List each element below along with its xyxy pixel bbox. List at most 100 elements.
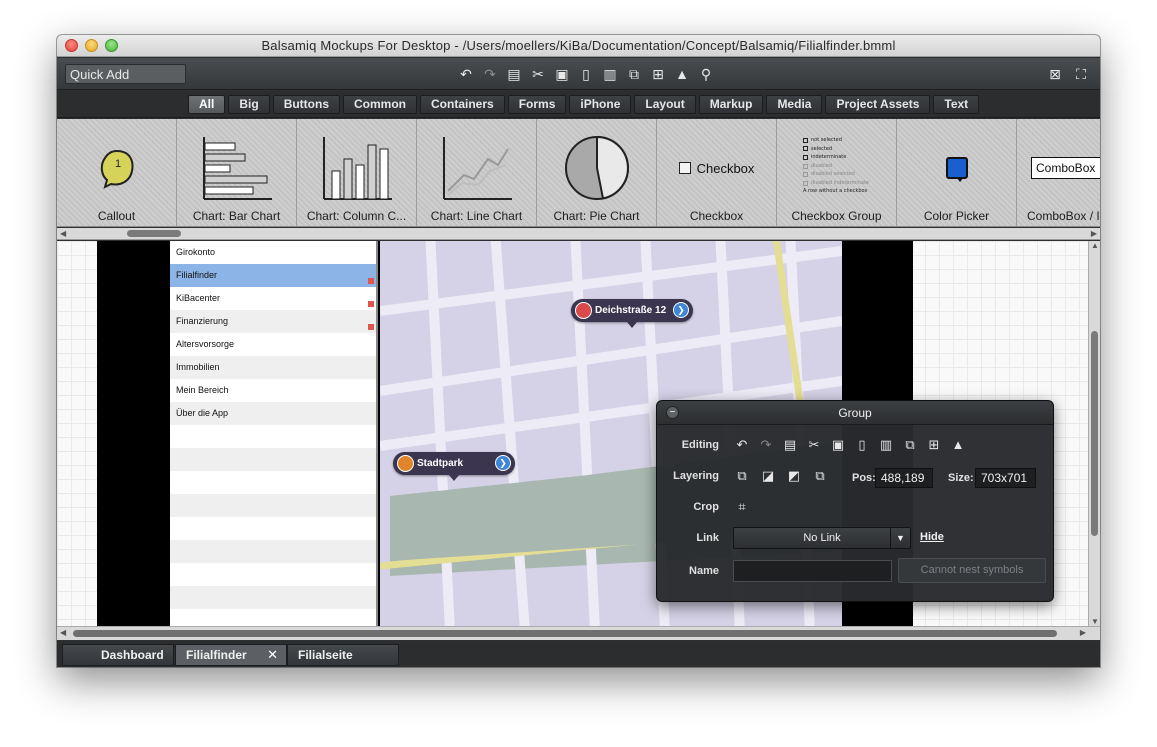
library-item-label: Chart: Bar Chart (192, 209, 281, 223)
filter-tab[interactable]: Common (343, 95, 418, 114)
position-field[interactable]: 488,189 (875, 468, 933, 488)
canvas-vertical-scrollbar[interactable]: ▲ ▼ (1088, 241, 1100, 626)
inspector-header: − Group (657, 401, 1053, 425)
canvas-horizontal-scrollbar[interactable]: ◀ ▶ (57, 626, 1100, 640)
flag-icon (368, 324, 374, 330)
library-item-combobox[interactable]: ComboBox ComboBox / I (1017, 119, 1100, 226)
checkbox-group-text: indeterminate (811, 154, 847, 161)
menu-row[interactable]: KiBacenter (170, 287, 376, 310)
library-item-label: Callout (97, 209, 136, 223)
undo-icon[interactable]: ↶ (733, 436, 751, 454)
menu-label: Finanzierung (176, 316, 229, 326)
quick-add-input[interactable] (65, 64, 186, 84)
size-label: Size: (948, 472, 974, 484)
filter-tab[interactable]: Big (228, 95, 270, 114)
ungroup-icon[interactable]: ⊞ (925, 436, 943, 454)
filter-tab[interactable]: Buttons (272, 95, 341, 114)
close-tab-icon[interactable]: ✕ (267, 645, 278, 665)
library-item-color-picker[interactable]: Color Picker (897, 119, 1017, 226)
tab-label: Filialfinder (186, 648, 247, 662)
clipboard-icon[interactable]: ▯ (853, 436, 871, 454)
paste-icon[interactable]: ▣ (829, 436, 847, 454)
redo-icon[interactable]: ↷ (481, 65, 499, 83)
filter-tab[interactable]: Forms (507, 95, 567, 114)
group-icon[interactable]: ⧉ (901, 436, 919, 454)
filter-tab[interactable]: Text (933, 95, 980, 114)
filter-tab[interactable]: iPhone (569, 95, 632, 114)
checkbox-group-row: disabled indeterminate (803, 179, 869, 188)
chevron-right-icon[interactable]: ❯ (495, 455, 511, 471)
library-item-bar-chart[interactable]: Chart: Bar Chart (177, 119, 297, 226)
nest-symbols-button: Cannot nest symbols (898, 558, 1046, 583)
clipboard-icon[interactable]: ▯ (577, 65, 595, 83)
bring-to-front-icon[interactable]: ⧉ (733, 467, 751, 485)
chevron-right-icon[interactable]: ❯ (673, 302, 689, 318)
paste-icon[interactable]: ▣ (553, 65, 571, 83)
link-dropdown[interactable]: No Link ▼ (733, 527, 911, 549)
filter-tab[interactable]: All (188, 95, 226, 114)
callout-number: 1 (114, 158, 120, 170)
library-item-callout[interactable]: 1 Callout (57, 119, 177, 226)
hide-link[interactable]: Hide (920, 531, 944, 543)
copy-icon[interactable]: ▤ (781, 436, 799, 454)
cut-icon[interactable]: ✂ (805, 436, 823, 454)
lock-icon[interactable]: ▲ (673, 65, 691, 83)
copy-icon[interactable]: ▤ (505, 65, 523, 83)
vertical-scroll-thumb[interactable] (1091, 331, 1098, 536)
menu-row[interactable]: Über die App (170, 402, 376, 425)
symbol-name-input[interactable] (733, 560, 892, 582)
filter-tab[interactable]: Layout (634, 95, 696, 114)
tab-filialfinder[interactable]: Filialfinder ✕ (175, 644, 287, 666)
menu-row-empty (170, 494, 376, 517)
scroll-up-icon[interactable]: ▲ (1091, 241, 1099, 250)
redo-icon[interactable]: ↷ (757, 436, 775, 454)
close-square-icon[interactable]: ⊠ (1046, 65, 1064, 83)
scroll-right-icon[interactable]: ▶ (1091, 228, 1097, 240)
search-icon[interactable]: ⚲ (697, 65, 715, 83)
library-item-checkbox-group[interactable]: not selected selected indeterminate disable… (777, 119, 897, 226)
checkbox-group-row: disabled selected (803, 170, 869, 179)
library-item-column-chart[interactable]: Chart: Column C... (297, 119, 417, 226)
menu-row[interactable]: Finanzierung (170, 310, 376, 333)
horizontal-scroll-thumb[interactable] (73, 630, 1057, 637)
menu-row[interactable]: Girokonto (170, 241, 376, 264)
group-icon[interactable]: ⧉ (625, 65, 643, 83)
filter-tab[interactable]: Markup (698, 95, 764, 114)
bring-forward-icon[interactable]: ◪ (759, 467, 777, 485)
menu-row[interactable]: Mein Bereich (170, 379, 376, 402)
trash-icon[interactable]: ▥ (601, 65, 619, 83)
checkbox-thumbnail: Checkbox (657, 133, 776, 203)
send-backward-icon[interactable]: ◩ (785, 467, 803, 485)
scroll-left-icon[interactable]: ◀ (60, 627, 66, 639)
lock-icon[interactable]: ▲ (949, 436, 967, 454)
library-scroll-thumb[interactable] (127, 230, 181, 237)
send-to-back-icon[interactable]: ⧉ (811, 467, 829, 485)
filter-tab[interactable]: Containers (420, 95, 505, 114)
chevron-down-icon[interactable]: ▼ (890, 528, 910, 548)
menu-row-selected[interactable]: Filialfinder (170, 264, 376, 287)
map-pin-stadtpark[interactable]: Stadtpark ❯ (393, 452, 515, 481)
tab-dashboard[interactable]: Dashboard (62, 644, 174, 666)
scroll-down-icon[interactable]: ▼ (1091, 617, 1099, 626)
menu-row[interactable]: Altersvorsorge (170, 333, 376, 356)
library-item-checkbox[interactable]: Checkbox Checkbox (657, 119, 777, 226)
tab-filialseite[interactable]: Filialseite (287, 644, 399, 666)
trash-icon[interactable]: ▥ (877, 436, 895, 454)
ungroup-icon[interactable]: ⊞ (649, 65, 667, 83)
flag-icon (368, 278, 374, 284)
map-pin-deichstrasse[interactable]: Deichstraße 12 ❯ (571, 299, 693, 328)
scroll-right-icon[interactable]: ▶ (1080, 627, 1086, 639)
scroll-left-icon[interactable]: ◀ (60, 228, 66, 240)
size-field[interactable]: 703x701 (975, 468, 1036, 488)
menu-row[interactable]: Immobilien (170, 356, 376, 379)
checkbox-group-text: not selected (811, 136, 842, 143)
cut-icon[interactable]: ✂ (529, 65, 547, 83)
library-item-line-chart[interactable]: Chart: Line Chart (417, 119, 537, 226)
fullscreen-icon[interactable]: ⛶ (1072, 65, 1090, 83)
filter-tab[interactable]: Media (766, 95, 823, 114)
library-item-pie-chart[interactable]: Chart: Pie Chart (537, 119, 657, 226)
library-scrollbar[interactable]: ◀ ▶ (57, 228, 1100, 240)
undo-icon[interactable]: ↶ (457, 65, 475, 83)
crop-icon[interactable]: ⌗ (733, 498, 751, 516)
filter-tab[interactable]: Project Assets (825, 95, 931, 114)
